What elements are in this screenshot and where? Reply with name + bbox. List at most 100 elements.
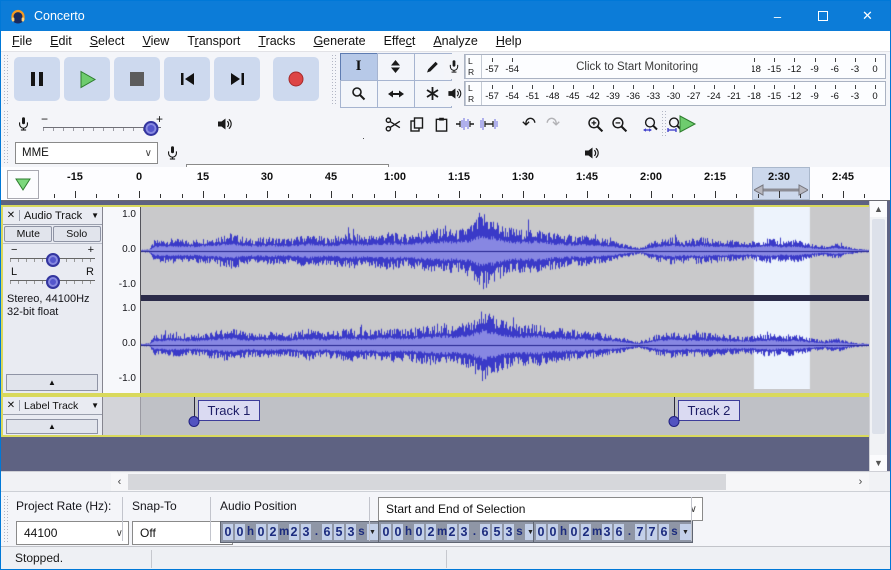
pan-thumb[interactable] [45, 275, 60, 289]
time-unit[interactable]: s [357, 526, 366, 538]
selection-toolbar-grip[interactable] [3, 496, 10, 542]
collapse-track-button[interactable]: ▲ [6, 419, 98, 434]
vertical-scrollbar[interactable]: ▲ ▼ [869, 201, 887, 471]
selection-tool-button[interactable]: I [339, 52, 378, 81]
audio-host-select[interactable]: MME ∨ [15, 142, 158, 164]
time-digit[interactable]: 5 [492, 524, 502, 540]
label-track-content[interactable]: Track 1 Track 2 [141, 397, 871, 435]
microphone-icon[interactable] [444, 54, 464, 79]
fit-selection-button[interactable] [639, 112, 663, 136]
title-bar[interactable]: Concerto – ✕ [1, 1, 890, 31]
time-digit[interactable]: 0 [536, 524, 546, 540]
time-digit[interactable]: 3 [504, 524, 514, 540]
time-unit[interactable]: m [279, 526, 289, 538]
recording-volume-slider[interactable]: − + [41, 112, 163, 136]
mixer-toolbar-grip[interactable] [3, 111, 10, 137]
vertical-scroll-thumb[interactable] [872, 219, 885, 434]
undo-button[interactable]: ↶ [517, 112, 541, 136]
time-unit[interactable]: m [437, 526, 447, 538]
track-menu-dropdown-icon[interactable]: ▼ [91, 211, 99, 220]
time-digit[interactable]: 0 [235, 524, 245, 540]
gain-slider[interactable]: − + [10, 244, 95, 267]
time-unit[interactable]: . [625, 526, 634, 538]
time-digit[interactable]: 7 [635, 524, 645, 540]
time-digit[interactable]: 3 [459, 524, 469, 540]
menu-analyze[interactable]: Analyze [424, 34, 486, 48]
menu-view[interactable]: View [133, 34, 178, 48]
close-track-button[interactable]: ✕ [3, 210, 20, 221]
scroll-up-icon[interactable]: ▲ [870, 201, 887, 217]
label-marker-handle[interactable] [668, 416, 679, 427]
time-unit[interactable]: h [246, 526, 255, 538]
silence-audio-button[interactable] [477, 112, 501, 136]
close-track-button[interactable]: ✕ [3, 400, 20, 411]
zoom-out-button[interactable] [607, 112, 631, 136]
pinned-play-head-button[interactable] [7, 170, 39, 199]
time-digit[interactable]: 6 [614, 524, 624, 540]
time-shift-tool-button[interactable] [376, 79, 415, 108]
time-digit[interactable]: 3 [301, 524, 311, 540]
stop-button[interactable] [114, 57, 160, 101]
audio-position-field[interactable]: 0 0 h 0 2 m 2 3. 6 5 3 s ▼ [220, 521, 380, 543]
pause-button[interactable] [14, 57, 60, 101]
scroll-left-icon[interactable]: ‹ [111, 473, 128, 491]
zoom-tool-button[interactable] [339, 79, 378, 108]
time-digit[interactable]: 2 [268, 524, 278, 540]
label-flag[interactable]: Track 2 [677, 400, 741, 421]
time-digit[interactable]: 6 [480, 524, 490, 540]
time-unit[interactable]: h [404, 526, 413, 538]
time-unit[interactable]: h [559, 526, 568, 538]
cut-button[interactable] [381, 112, 405, 136]
time-digit[interactable]: 6 [322, 524, 332, 540]
time-unit[interactable]: m [592, 526, 602, 538]
play-at-speed-toolbar-grip[interactable] [661, 111, 668, 137]
time-digit[interactable]: 5 [334, 524, 344, 540]
device-toolbar-grip[interactable] [3, 141, 10, 165]
horizontal-scrollbar[interactable]: ‹ › [111, 473, 869, 491]
pan-slider[interactable]: L R [10, 266, 95, 289]
time-digit[interactable]: 6 [659, 524, 669, 540]
time-digit[interactable]: 0 [569, 524, 579, 540]
snap-to-select[interactable]: Off∨ [132, 521, 233, 545]
waveform-channel-left[interactable] [141, 207, 870, 295]
selection-end-field[interactable]: 0 0 h 0 2 m 3 6. 7 7 6 s ▼ [533, 521, 693, 543]
menu-generate[interactable]: Generate [304, 34, 374, 48]
menu-effect[interactable]: Effect [375, 34, 425, 48]
time-digit[interactable]: 0 [381, 524, 391, 540]
tools-toolbar-grip[interactable] [331, 55, 338, 105]
audio-track-title[interactable]: Audio Track ▼ [20, 210, 102, 222]
project-rate-select[interactable]: 44100 ∨ [16, 521, 129, 545]
play-at-speed-button[interactable] [673, 112, 701, 136]
time-digit[interactable]: 0 [414, 524, 424, 540]
waveform-area[interactable] [141, 207, 870, 393]
monitoring-overlay-text[interactable]: Click to Start Monitoring [522, 55, 752, 78]
time-digit[interactable]: 3 [602, 524, 612, 540]
mute-button[interactable]: Mute [4, 226, 53, 242]
selection-start-field[interactable]: 0 0 h 0 2 m 2 3. 6 5 3 s ▼ [378, 521, 538, 543]
time-digit[interactable]: 3 [346, 524, 356, 540]
scroll-down-icon[interactable]: ▼ [870, 455, 887, 471]
menu-tracks[interactable]: Tracks [249, 34, 304, 48]
selection-mode-select[interactable]: Start and End of Selection ∨ [378, 497, 703, 521]
zoom-in-button[interactable] [583, 112, 607, 136]
time-unit[interactable]: s [515, 526, 524, 538]
transport-toolbar-grip[interactable] [3, 55, 10, 105]
close-button[interactable]: ✕ [845, 1, 890, 31]
label-marker-handle[interactable] [188, 416, 199, 427]
gain-thumb[interactable] [45, 253, 60, 267]
collapse-track-button[interactable]: ▲ [6, 374, 98, 391]
time-unit[interactable]: s [670, 526, 679, 538]
maximize-button[interactable] [800, 1, 845, 31]
speaker-icon[interactable] [444, 81, 464, 106]
label-flag[interactable]: Track 1 [197, 400, 261, 421]
time-digit[interactable]: 2 [447, 524, 457, 540]
minimize-button[interactable]: – [755, 1, 800, 31]
horizontal-scroll-thumb[interactable] [128, 474, 726, 490]
scroll-right-icon[interactable]: › [852, 473, 869, 491]
menu-file[interactable]: File [3, 34, 41, 48]
time-digit[interactable]: 7 [647, 524, 657, 540]
timeline-ruler[interactable]: -15 0 15 30 45 1:00 1:15 1:30 1:45 2:00 2:15 2:30 2:… [46, 167, 869, 200]
skip-to-end-button[interactable] [214, 57, 260, 101]
time-digit[interactable]: 2 [426, 524, 436, 540]
envelope-tool-button[interactable] [376, 52, 415, 81]
